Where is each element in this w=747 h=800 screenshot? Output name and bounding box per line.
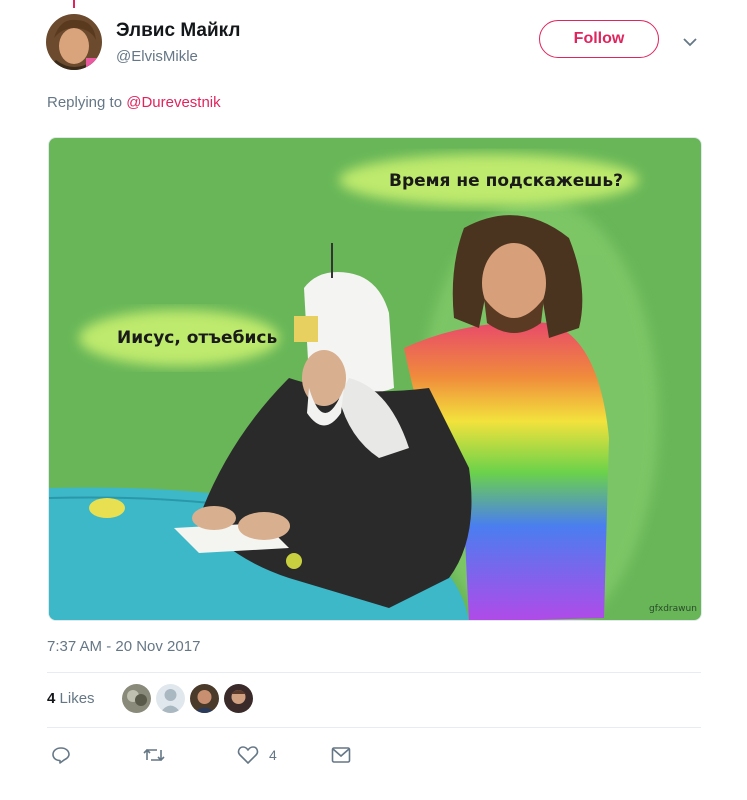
- tweet-image[interactable]: Время не подскажешь? Иисус, отъебись gfx…: [48, 137, 702, 621]
- likes-number: 4: [47, 690, 56, 707]
- liker-avatar[interactable]: [122, 684, 151, 713]
- reply-icon: [51, 745, 71, 765]
- likes-row: 4 Likes: [47, 683, 701, 715]
- retweet-button[interactable]: [143, 742, 165, 768]
- avatar[interactable]: [46, 14, 102, 70]
- likes-label: Likes: [59, 690, 95, 707]
- heart-icon: [237, 745, 259, 765]
- divider: [47, 727, 701, 728]
- display-name[interactable]: Элвис Майкл: [116, 20, 240, 42]
- artist-signature: gfxdrawun: [649, 604, 697, 614]
- replying-to: Replying to @Durevestnik: [47, 94, 221, 111]
- like-count: 4: [269, 747, 277, 763]
- tweet-header: Элвис Майкл @ElvisMikle Follow: [46, 14, 702, 74]
- divider: [47, 672, 701, 673]
- envelope-icon: [331, 746, 351, 764]
- mention-link[interactable]: @Durevestnik: [126, 94, 220, 111]
- tweet-actions: 4: [47, 742, 701, 772]
- thread-connector: [73, 0, 75, 8]
- likes-count[interactable]: 4 Likes: [47, 690, 95, 707]
- liker-avatar[interactable]: [156, 684, 185, 713]
- dm-button[interactable]: [331, 742, 351, 768]
- user-handle[interactable]: @ElvisMikle: [116, 48, 198, 65]
- chevron-down-icon[interactable]: [682, 34, 698, 50]
- speech-bubble-top: Время не подскажешь?: [389, 171, 623, 191]
- retweet-icon: [143, 745, 165, 765]
- follow-button[interactable]: Follow: [539, 20, 659, 58]
- replying-prefix: Replying to: [47, 94, 123, 111]
- liker-avatar[interactable]: [224, 684, 253, 713]
- reply-button[interactable]: [51, 742, 71, 768]
- like-button[interactable]: 4: [237, 742, 277, 768]
- tweet-timestamp[interactable]: 7:37 AM - 20 Nov 2017: [47, 638, 200, 655]
- speech-bubble-left: Иисус, отъебись: [117, 328, 278, 348]
- liker-avatar[interactable]: [190, 684, 219, 713]
